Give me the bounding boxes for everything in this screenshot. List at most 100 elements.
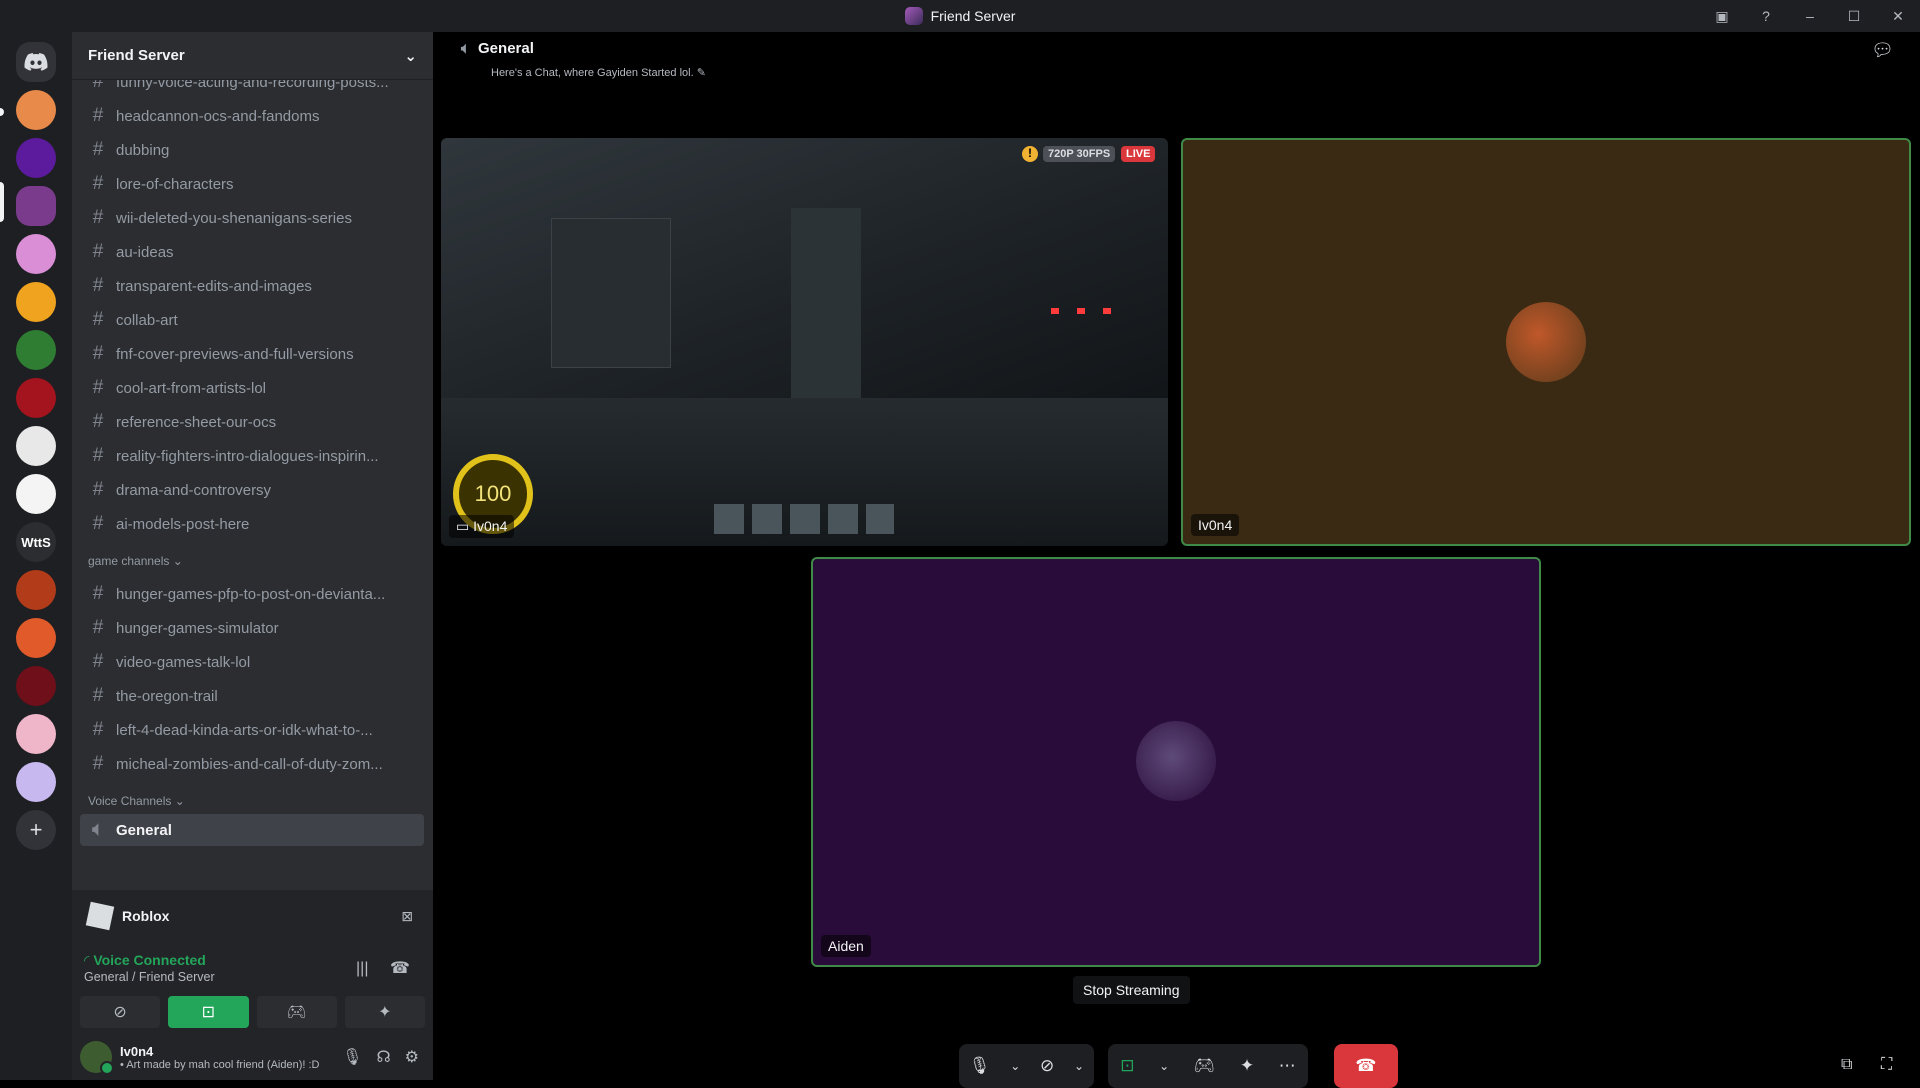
channel-label: wii-deleted-you-shenanigans-series: [116, 209, 352, 227]
channel-label: dubbing: [116, 141, 170, 159]
hash-icon: #: [92, 241, 104, 262]
channel-item[interactable]: # cool-art-from-artists-lol: [80, 372, 424, 404]
category-game-channels[interactable]: game channels ⌄: [88, 554, 183, 568]
chat-icon[interactable]: 💬︎: [1871, 40, 1894, 61]
server-icon-12[interactable]: [16, 618, 56, 658]
hash-icon: #: [92, 173, 104, 194]
channel-item[interactable]: # transparent-edits-and-images: [80, 270, 424, 302]
selected-pill: [0, 182, 4, 222]
chevron-down-icon[interactable]: ⌄: [1159, 1059, 1169, 1073]
camera-off-icon[interactable]: ⊘: [1040, 1056, 1054, 1076]
server-icon-friend-server[interactable]: [16, 186, 56, 226]
channel-item[interactable]: # lore-of-characters: [80, 168, 424, 200]
more-icon[interactable]: ⋯: [1279, 1056, 1296, 1076]
channel-label: left-4-dead-kinda-arts-or-idk-what-to-..…: [116, 721, 373, 739]
chevron-down-icon: ⌄: [404, 47, 417, 65]
discord-home-icon[interactable]: [16, 42, 56, 82]
hash-icon: #: [92, 207, 104, 228]
channel-item[interactable]: # drama-and-controversy: [80, 474, 424, 506]
fullscreen-icon[interactable]: ⛶: [1881, 1056, 1892, 1074]
popout-icon[interactable]: ⧉: [1841, 1056, 1852, 1074]
voice-channel-general[interactable]: 🔈︎ General: [80, 814, 424, 846]
server-icon-14[interactable]: [16, 714, 56, 754]
speaker-icon: 🔈︎: [461, 40, 471, 57]
server-icon-4[interactable]: [16, 234, 56, 274]
server-icon-9[interactable]: [16, 474, 56, 514]
chevron-down-icon[interactable]: ⌄: [1074, 1059, 1084, 1073]
server-icon-8[interactable]: [16, 426, 56, 466]
hash-icon: #: [92, 377, 104, 398]
stop-stream-icon[interactable]: ⊠: [401, 908, 413, 925]
noise-suppression-icon[interactable]: |||: [356, 960, 368, 978]
channel-item[interactable]: # ai-models-post-here: [80, 508, 424, 540]
screen-icon: ▭: [456, 518, 474, 534]
pencil-icon[interactable]: ✎: [697, 67, 706, 79]
server-header[interactable]: Friend Server ⌄: [72, 32, 433, 80]
screen-share-icon[interactable]: ⊡: [1120, 1056, 1134, 1076]
hash-icon: #: [92, 343, 104, 364]
channel-item[interactable]: # reference-sheet-our-ocs: [80, 406, 424, 438]
call-controls: 🎙︎ ⌄ ⊘ ⌄ ⊡ ⌄ 🎮︎ ✦ ⋯ ☎ ⧉ ⛶: [433, 1044, 1920, 1088]
channel-topic[interactable]: Here's a Chat, where Gayiden Started lol…: [491, 66, 706, 79]
server-icon-5[interactable]: [16, 282, 56, 322]
gear-icon[interactable]: ⚙: [405, 1047, 419, 1067]
server-icon-15[interactable]: [16, 762, 56, 802]
disconnect-icon[interactable]: ☎: [390, 958, 410, 978]
user-tile-aiden[interactable]: Aiden: [811, 557, 1541, 967]
channel-item[interactable]: # au-ideas: [80, 236, 424, 268]
server-name: Friend Server: [88, 47, 185, 64]
camera-off-button[interactable]: ⊘: [80, 996, 161, 1028]
add-server-icon[interactable]: +: [16, 810, 56, 850]
channel-item[interactable]: # left-4-dead-kinda-arts-or-idk-what-to-.…: [80, 714, 424, 746]
hash-icon: #: [92, 309, 104, 330]
activity-row: Roblox ⊠: [80, 894, 425, 938]
channel-item[interactable]: # collab-art: [80, 304, 424, 336]
category-voice-channels[interactable]: Voice Channels ⌄: [88, 794, 185, 808]
stream-tile[interactable]: 100 ! 720P 30FPS LIVE ▭ Iv0n4: [441, 138, 1168, 546]
inbox-icon[interactable]: ▣: [1700, 8, 1744, 25]
soundboard-button[interactable]: ✦: [344, 996, 425, 1028]
window-controls: ▣ ? – ☐ ✕: [1700, 0, 1920, 32]
hash-icon: #: [92, 583, 104, 604]
chevron-down-icon[interactable]: ⌄: [1010, 1059, 1020, 1073]
channel-item[interactable]: # dubbing: [80, 134, 424, 166]
channel-sidebar: Friend Server ⌄ # funny-voice-acting-and-…: [72, 32, 433, 1080]
minimize-button[interactable]: –: [1788, 8, 1832, 24]
channel-item[interactable]: # reality-fighters-intro-dialogues-inspir…: [80, 440, 424, 472]
maximize-button[interactable]: ☐: [1832, 8, 1876, 25]
activity-icon[interactable]: 🎮︎: [1194, 1056, 1216, 1076]
mic-icon[interactable]: 🎙︎: [969, 1056, 991, 1076]
channel-item[interactable]: # wii-deleted-you-shenanigans-series: [80, 202, 424, 234]
server-icon-wtts[interactable]: WttS: [16, 522, 56, 562]
channel-item[interactable]: # hunger-games-simulator: [80, 612, 424, 644]
help-icon[interactable]: ?: [1744, 8, 1788, 24]
mic-icon[interactable]: 🎙︎: [342, 1047, 362, 1067]
channel-item[interactable]: # funny-voice-acting-and-recording-posts.…: [80, 80, 424, 98]
channel-item[interactable]: # micheal-zombies-and-call-of-duty-zom...: [80, 748, 424, 780]
channel-item[interactable]: # video-games-talk-lol: [80, 646, 424, 678]
voice-status[interactable]: ◜ Voice Connected: [84, 952, 206, 969]
hash-icon: #: [92, 685, 104, 706]
stream-owner-tag: ▭ Iv0n4: [449, 515, 515, 538]
channel-label: the-oregon-trail: [116, 687, 218, 705]
server-icon-11[interactable]: [16, 570, 56, 610]
voice-location[interactable]: General / Friend Server: [84, 970, 215, 984]
channel-item[interactable]: # fnf-cover-previews-and-full-versions: [80, 338, 424, 370]
server-icon-6[interactable]: [16, 330, 56, 370]
channel-item[interactable]: # the-oregon-trail: [80, 680, 424, 712]
disconnect-button[interactable]: ☎: [1334, 1044, 1398, 1088]
server-icon-1[interactable]: [16, 90, 56, 130]
server-icon-2[interactable]: [16, 138, 56, 178]
server-icon-7[interactable]: [16, 378, 56, 418]
screen-share-button[interactable]: ⊡: [168, 996, 249, 1028]
soundboard-icon[interactable]: ✦: [1240, 1056, 1254, 1076]
server-icon-13[interactable]: [16, 666, 56, 706]
channel-list: # funny-voice-acting-and-recording-posts.…: [72, 80, 433, 890]
channel-item[interactable]: # hunger-games-pfp-to-post-on-devianta...: [80, 578, 424, 610]
headset-icon[interactable]: ☊: [376, 1047, 390, 1067]
user-tile-ivon4[interactable]: Iv0n4: [1181, 138, 1911, 546]
avatar[interactable]: [80, 1041, 114, 1075]
channel-item[interactable]: # headcannon-ocs-and-fandoms: [80, 100, 424, 132]
activity-button[interactable]: 🎮︎: [256, 996, 337, 1028]
close-button[interactable]: ✕: [1876, 8, 1920, 25]
